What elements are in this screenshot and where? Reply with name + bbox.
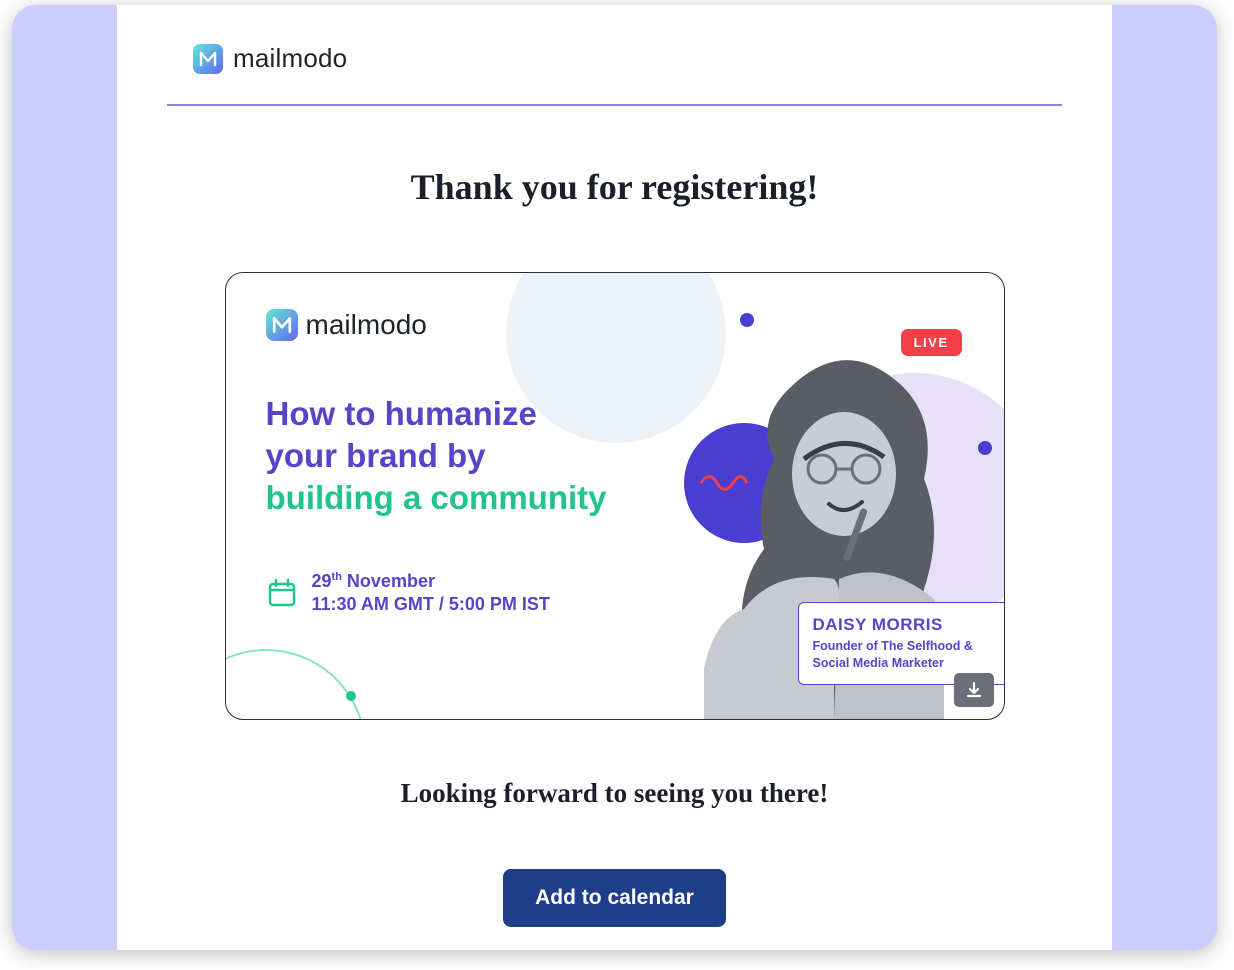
- email-body: mailmodo Thank you for registering!: [117, 5, 1112, 950]
- promo-brand: mailmodo: [266, 309, 964, 341]
- add-to-calendar-button[interactable]: Add to calendar: [503, 869, 726, 927]
- speaker-name: DAISY MORRIS: [813, 615, 995, 635]
- event-date-ord: th: [332, 571, 342, 583]
- sub-headline: Looking forward to seeing you there!: [167, 778, 1062, 809]
- calendar-icon: [266, 577, 298, 609]
- download-button[interactable]: [954, 673, 994, 707]
- download-icon: [965, 681, 983, 699]
- mailmodo-logo-icon: [193, 44, 223, 74]
- event-date-day: 29: [312, 571, 332, 591]
- live-badge: LIVE: [901, 329, 962, 356]
- outer-frame: mailmodo Thank you for registering!: [12, 5, 1217, 950]
- brand-name: mailmodo: [233, 43, 347, 74]
- speaker-role: Founder of The Selfhood & Social Media M…: [813, 638, 995, 672]
- page-headline: Thank you for registering!: [167, 166, 1062, 208]
- event-title: How to humanize your brand by building a…: [266, 393, 686, 520]
- event-title-line: your brand by: [266, 435, 686, 477]
- event-time: 11:30 AM GMT / 5:00 PM IST: [312, 593, 550, 616]
- brand-header: mailmodo: [193, 43, 1062, 74]
- event-promo-card: mailmodo How to humanize your brand by b…: [225, 272, 1005, 720]
- promo-content: mailmodo How to humanize your brand by b…: [226, 273, 1004, 719]
- event-title-line: building a community: [266, 477, 686, 519]
- event-date-text: 29th November 11:30 AM GMT / 5:00 PM IST: [312, 570, 550, 617]
- promo-brand-name: mailmodo: [306, 309, 427, 341]
- mailmodo-logo-icon: [266, 309, 298, 341]
- header-divider: [167, 104, 1062, 106]
- event-title-line: How to humanize: [266, 393, 686, 435]
- event-date-month: November: [342, 571, 435, 591]
